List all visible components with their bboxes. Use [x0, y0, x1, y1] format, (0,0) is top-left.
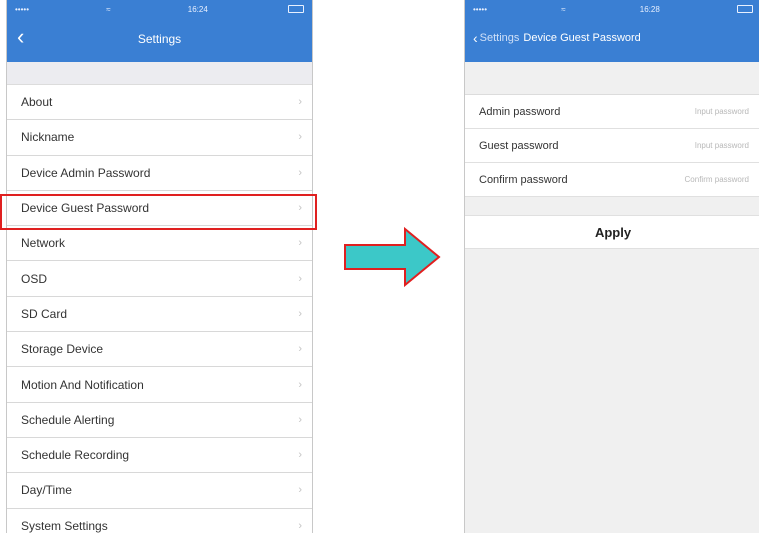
battery-icon: [734, 5, 753, 14]
settings-item-label: OSD: [21, 271, 48, 286]
settings-item-schedule-alerting[interactable]: Schedule Alerting ›: [7, 403, 312, 438]
settings-item-label: Device Admin Password: [21, 165, 151, 180]
settings-item-nickname[interactable]: Nickname ›: [7, 120, 312, 156]
nav-bar: ‹ Settings Device Guest Password: [465, 18, 759, 62]
back-button[interactable]: ‹ Settings Device Guest Password: [473, 30, 641, 46]
admin-password-input[interactable]: [637, 106, 751, 117]
section-spacer: [465, 62, 759, 94]
settings-item-sd-card[interactable]: SD Card ›: [7, 297, 312, 333]
status-bar: ••••• ≈ 16:24: [7, 0, 312, 18]
settings-item-storage-device[interactable]: Storage Device ›: [7, 332, 312, 368]
chevron-right-icon: ›: [298, 307, 302, 320]
settings-item-network[interactable]: Network ›: [7, 226, 312, 262]
field-label: Confirm password: [479, 173, 568, 186]
guest-password-screen: ••••• ≈ 16:28 ‹ Settings Device Guest Pa…: [464, 0, 759, 533]
arrow-shape: [344, 226, 441, 288]
chevron-right-icon: ›: [298, 484, 302, 497]
wifi-icon: ≈: [106, 4, 111, 14]
nav-bar: ‹ Settings: [7, 18, 312, 62]
settings-item-schedule-recording[interactable]: Schedule Recording ›: [7, 438, 312, 474]
settings-item-label: Nickname: [21, 130, 75, 145]
battery-icon: [285, 5, 304, 14]
right-arrow-icon: [344, 226, 441, 288]
chevron-right-icon: ›: [298, 378, 302, 391]
chevron-right-icon: ›: [298, 272, 302, 285]
section-spacer: [465, 197, 759, 215]
chevron-right-icon: ›: [298, 166, 302, 179]
settings-item-motion-notification[interactable]: Motion And Notification ›: [7, 367, 312, 403]
settings-item-label: Network: [21, 236, 66, 251]
settings-item-admin-password[interactable]: Device Admin Password ›: [7, 156, 312, 191]
highlight-box: [0, 194, 317, 230]
chevron-right-icon: ›: [298, 237, 302, 250]
settings-item-about[interactable]: About ›: [7, 85, 312, 121]
settings-item-system-settings[interactable]: System Settings ›: [7, 509, 312, 533]
status-time: 16:24: [187, 4, 208, 14]
confirm-password-row: Confirm password: [465, 163, 759, 197]
settings-item-label: SD Card: [21, 306, 68, 321]
carrier-signal: •••••: [473, 4, 488, 14]
status-bar: ••••• ≈ 16:28: [465, 0, 759, 18]
password-form: Admin password Guest password Confirm pa…: [465, 94, 759, 197]
settings-item-label: Motion And Notification: [21, 377, 144, 392]
settings-screen: ••••• ≈ 16:24 ‹ Settings About › Nicknam…: [6, 0, 313, 533]
section-spacer: [7, 62, 312, 85]
field-label: Guest password: [479, 139, 559, 152]
settings-item-osd[interactable]: OSD ›: [7, 261, 312, 297]
page-title: Device Guest Password: [523, 32, 641, 44]
wifi-icon: ≈: [561, 4, 566, 14]
apply-button[interactable]: Apply: [465, 215, 759, 249]
guest-password-row: Guest password: [465, 129, 759, 163]
field-label: Admin password: [479, 105, 561, 118]
back-label: Settings: [479, 32, 520, 44]
chevron-right-icon: ›: [298, 343, 302, 356]
carrier-signal: •••••: [15, 4, 30, 14]
chevron-right-icon: ›: [298, 449, 302, 462]
settings-item-label: Schedule Recording: [21, 448, 130, 463]
chevron-right-icon: ›: [298, 413, 302, 426]
settings-item-label: Day/Time: [21, 483, 72, 498]
settings-item-day-time[interactable]: Day/Time ›: [7, 473, 312, 509]
confirm-password-input[interactable]: [637, 174, 751, 185]
page-title: Settings: [137, 32, 182, 46]
settings-item-label: System Settings: [21, 518, 108, 533]
chevron-right-icon: ›: [298, 131, 302, 144]
guest-password-input[interactable]: [637, 140, 751, 151]
admin-password-row: Admin password: [465, 95, 759, 129]
settings-item-label: Schedule Alerting: [21, 412, 115, 427]
status-time: 16:28: [639, 4, 660, 14]
chevron-right-icon: ›: [298, 519, 302, 532]
settings-item-label: About: [21, 95, 53, 110]
settings-list: About › Nickname › Device Admin Password…: [7, 85, 312, 533]
chevron-left-icon: ‹: [473, 30, 478, 46]
chevron-right-icon: ›: [298, 96, 302, 109]
settings-item-label: Storage Device: [21, 342, 104, 357]
